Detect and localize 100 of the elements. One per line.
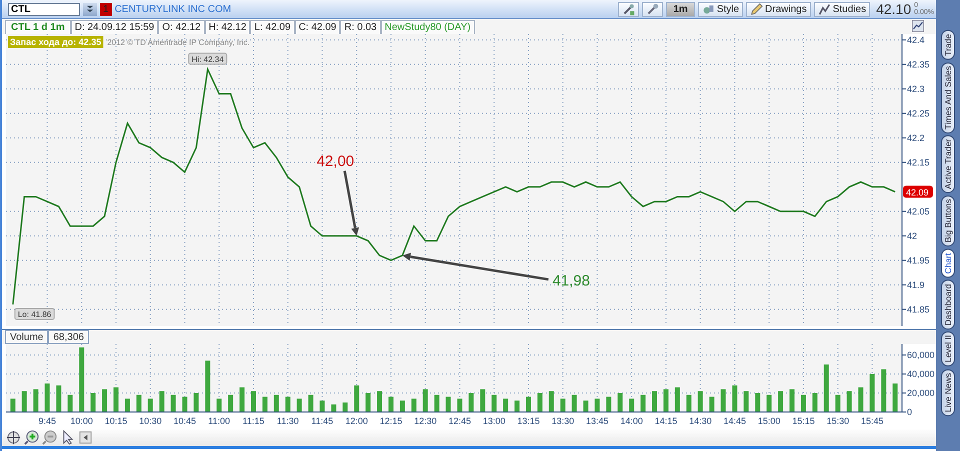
volume-bar bbox=[720, 389, 726, 412]
side-tab[interactable]: Times And Sales bbox=[941, 62, 955, 134]
interval-button[interactable]: 1m bbox=[666, 2, 695, 16]
dropdown-button[interactable] bbox=[83, 2, 97, 16]
axis-label: 42.2 bbox=[907, 132, 925, 143]
time-label: 15:30 bbox=[826, 416, 850, 426]
axis-label: 20,000 bbox=[907, 388, 935, 398]
time-label: 13:30 bbox=[552, 416, 574, 426]
volume-bar bbox=[560, 398, 566, 412]
volume-bar bbox=[205, 360, 210, 412]
symbol-field[interactable]: CTL bbox=[8, 2, 80, 16]
volume-bar bbox=[422, 389, 428, 412]
volume-bar bbox=[744, 391, 749, 412]
volume-bar bbox=[148, 398, 153, 412]
scroll-left-button[interactable] bbox=[77, 429, 93, 445]
quote-value: O: 42.12 bbox=[158, 20, 205, 34]
time-label: 15:45 bbox=[860, 416, 884, 426]
price-label: Lo: 41.86 bbox=[14, 308, 55, 320]
time-label: 11:45 bbox=[311, 416, 334, 426]
volume-bar bbox=[44, 384, 50, 412]
price-annotation: 42,00 bbox=[316, 152, 354, 170]
side-tab[interactable]: Big Buttons bbox=[941, 195, 955, 247]
volume-bar bbox=[68, 394, 73, 412]
volume-bar bbox=[835, 394, 840, 412]
volume-bar bbox=[194, 393, 199, 412]
volume-bar bbox=[790, 389, 794, 412]
quote-value: H: 42.12 bbox=[204, 20, 250, 34]
time-label: 12:45 bbox=[448, 416, 471, 426]
volume-bar bbox=[377, 391, 382, 412]
volume-bar bbox=[572, 394, 577, 412]
volume-bar bbox=[296, 398, 302, 412]
price-annotation: 41,98 bbox=[552, 272, 590, 290]
volume-bar bbox=[846, 391, 852, 412]
side-tab[interactable]: Level II bbox=[941, 331, 955, 367]
zoom-in-icon bbox=[24, 430, 38, 444]
side-tab[interactable]: Dashboard bbox=[941, 280, 955, 330]
volume-bar bbox=[468, 393, 474, 412]
company-link[interactable]: CENTURYLINK INC COM bbox=[114, 4, 232, 14]
volume-reading: 68,306 bbox=[48, 330, 89, 344]
volume-bar bbox=[228, 394, 234, 412]
axis-label: 42.25 bbox=[907, 108, 930, 118]
side-tab[interactable]: Active Trader bbox=[941, 135, 955, 194]
axis-label: 42.35 bbox=[907, 59, 930, 70]
axis-label: 42.4 bbox=[907, 34, 925, 45]
volume-bar bbox=[698, 391, 703, 412]
studies-button[interactable]: Studies bbox=[814, 2, 870, 16]
style-button[interactable]: Style bbox=[698, 2, 744, 16]
volume-bar bbox=[114, 387, 118, 412]
volume-bar bbox=[446, 396, 451, 412]
chart-icon bbox=[818, 2, 831, 16]
volume-bar bbox=[824, 364, 829, 412]
tools-button[interactable] bbox=[618, 2, 640, 16]
pencil-icon bbox=[750, 2, 764, 16]
leader-arrow bbox=[343, 170, 360, 236]
time-label: 14:15 bbox=[654, 416, 678, 426]
zoom-in-button[interactable] bbox=[23, 429, 39, 445]
volume-bar bbox=[308, 394, 314, 412]
time-label: 11:30 bbox=[276, 416, 299, 426]
volume-bar bbox=[90, 393, 96, 412]
volume-bar bbox=[492, 394, 497, 412]
copyright-text: 2012 © TD Ameritrade IP Company, Inc. bbox=[107, 38, 250, 47]
volume-bar bbox=[548, 391, 554, 412]
time-label: 14:45 bbox=[723, 416, 746, 426]
drawings-button[interactable]: Drawings bbox=[746, 2, 811, 16]
volume-bar bbox=[182, 396, 188, 412]
volume-bar bbox=[606, 396, 612, 412]
time-label: 15:15 bbox=[792, 416, 815, 426]
volume-bar bbox=[663, 389, 668, 412]
quote-value: R: 0.03 bbox=[340, 20, 381, 34]
axis-label: 60,000 bbox=[907, 350, 935, 360]
volume-bar bbox=[124, 398, 130, 412]
link-button[interactable] bbox=[642, 2, 664, 16]
side-tab[interactable]: Trade bbox=[941, 30, 955, 60]
volume-bar bbox=[56, 385, 62, 412]
volume-bar bbox=[537, 393, 542, 412]
volume-bar bbox=[892, 384, 898, 412]
time-label: 10:45 bbox=[173, 416, 196, 426]
quote-value: D: 24.09.12 15:59 bbox=[70, 20, 158, 34]
volume-bar bbox=[686, 394, 692, 412]
chart-icon bbox=[912, 20, 924, 32]
volume-bar bbox=[434, 394, 440, 412]
volume-bar bbox=[583, 400, 588, 412]
volume-bar bbox=[342, 402, 348, 412]
time-label: 15:00 bbox=[758, 416, 780, 426]
volume-bar bbox=[503, 398, 508, 412]
time-label: 10:30 bbox=[139, 416, 162, 426]
side-tab[interactable]: Live News bbox=[941, 368, 955, 416]
alert-badge: 1 bbox=[100, 2, 112, 16]
study-name[interactable]: NewStudy80 (DAY) bbox=[380, 20, 475, 34]
crosshair-button[interactable] bbox=[5, 429, 21, 445]
volume-bar bbox=[870, 374, 875, 412]
zoom-out-button[interactable] bbox=[41, 429, 57, 445]
volume-bar bbox=[274, 394, 279, 412]
panel-title: Volume bbox=[5, 330, 48, 344]
volume-bar bbox=[480, 389, 486, 412]
side-tab[interactable]: Chart bbox=[941, 248, 955, 278]
volume-bar bbox=[881, 369, 886, 412]
volume-bar bbox=[812, 393, 818, 412]
volume-bar bbox=[457, 398, 462, 412]
quote-value: L: 42.09 bbox=[250, 20, 295, 34]
